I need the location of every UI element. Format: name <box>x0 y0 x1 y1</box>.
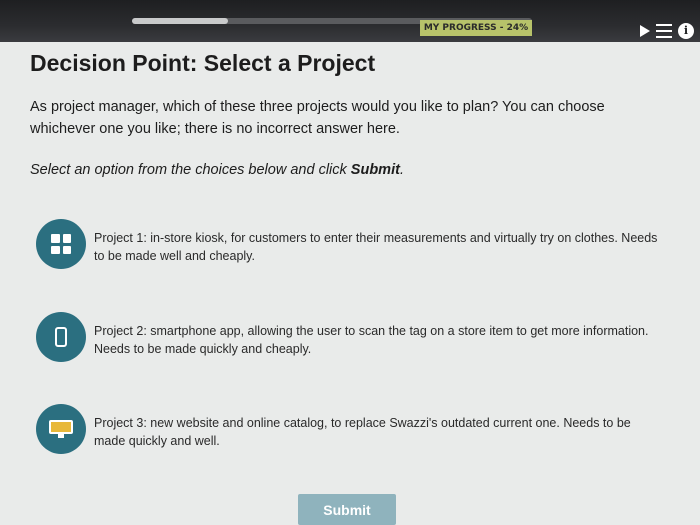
topbar-controls: i <box>640 23 694 39</box>
option-project-1[interactable]: Project 1: in-store kiosk, for customers… <box>36 219 666 269</box>
option-text[interactable]: Project 3: new website and online catalo… <box>94 414 659 450</box>
play-icon[interactable] <box>640 25 650 37</box>
option-project-2[interactable]: Project 2: smartphone app, allowing the … <box>36 312 666 362</box>
option-project-3[interactable]: Project 3: new website and online catalo… <box>36 404 666 454</box>
instruction-bold: Submit <box>350 162 400 178</box>
intro-text: As project manager, which of these three… <box>30 99 605 137</box>
option-text[interactable]: Project 2: smartphone app, allowing the … <box>94 322 659 358</box>
menu-icon[interactable] <box>656 24 672 38</box>
page-title: Decision Point: Select a Project <box>30 50 376 76</box>
instruction-post: . <box>399 162 404 178</box>
instruction-text: Select an option from the choices below … <box>30 162 404 178</box>
progress-label: MY PROGRESS - 24% <box>420 20 532 36</box>
kiosk-grid-icon[interactable] <box>36 219 86 269</box>
instruction-pre: Select an option from the choices below … <box>30 162 351 178</box>
info-icon[interactable]: i <box>678 23 694 39</box>
progress-fill <box>132 18 228 24</box>
option-text[interactable]: Project 1: in-store kiosk, for customers… <box>94 229 659 265</box>
smartphone-icon[interactable] <box>36 312 86 362</box>
top-bar: MY PROGRESS - 24% i <box>0 0 700 42</box>
submit-button[interactable]: Submit <box>298 494 396 525</box>
monitor-icon[interactable] <box>36 404 86 454</box>
